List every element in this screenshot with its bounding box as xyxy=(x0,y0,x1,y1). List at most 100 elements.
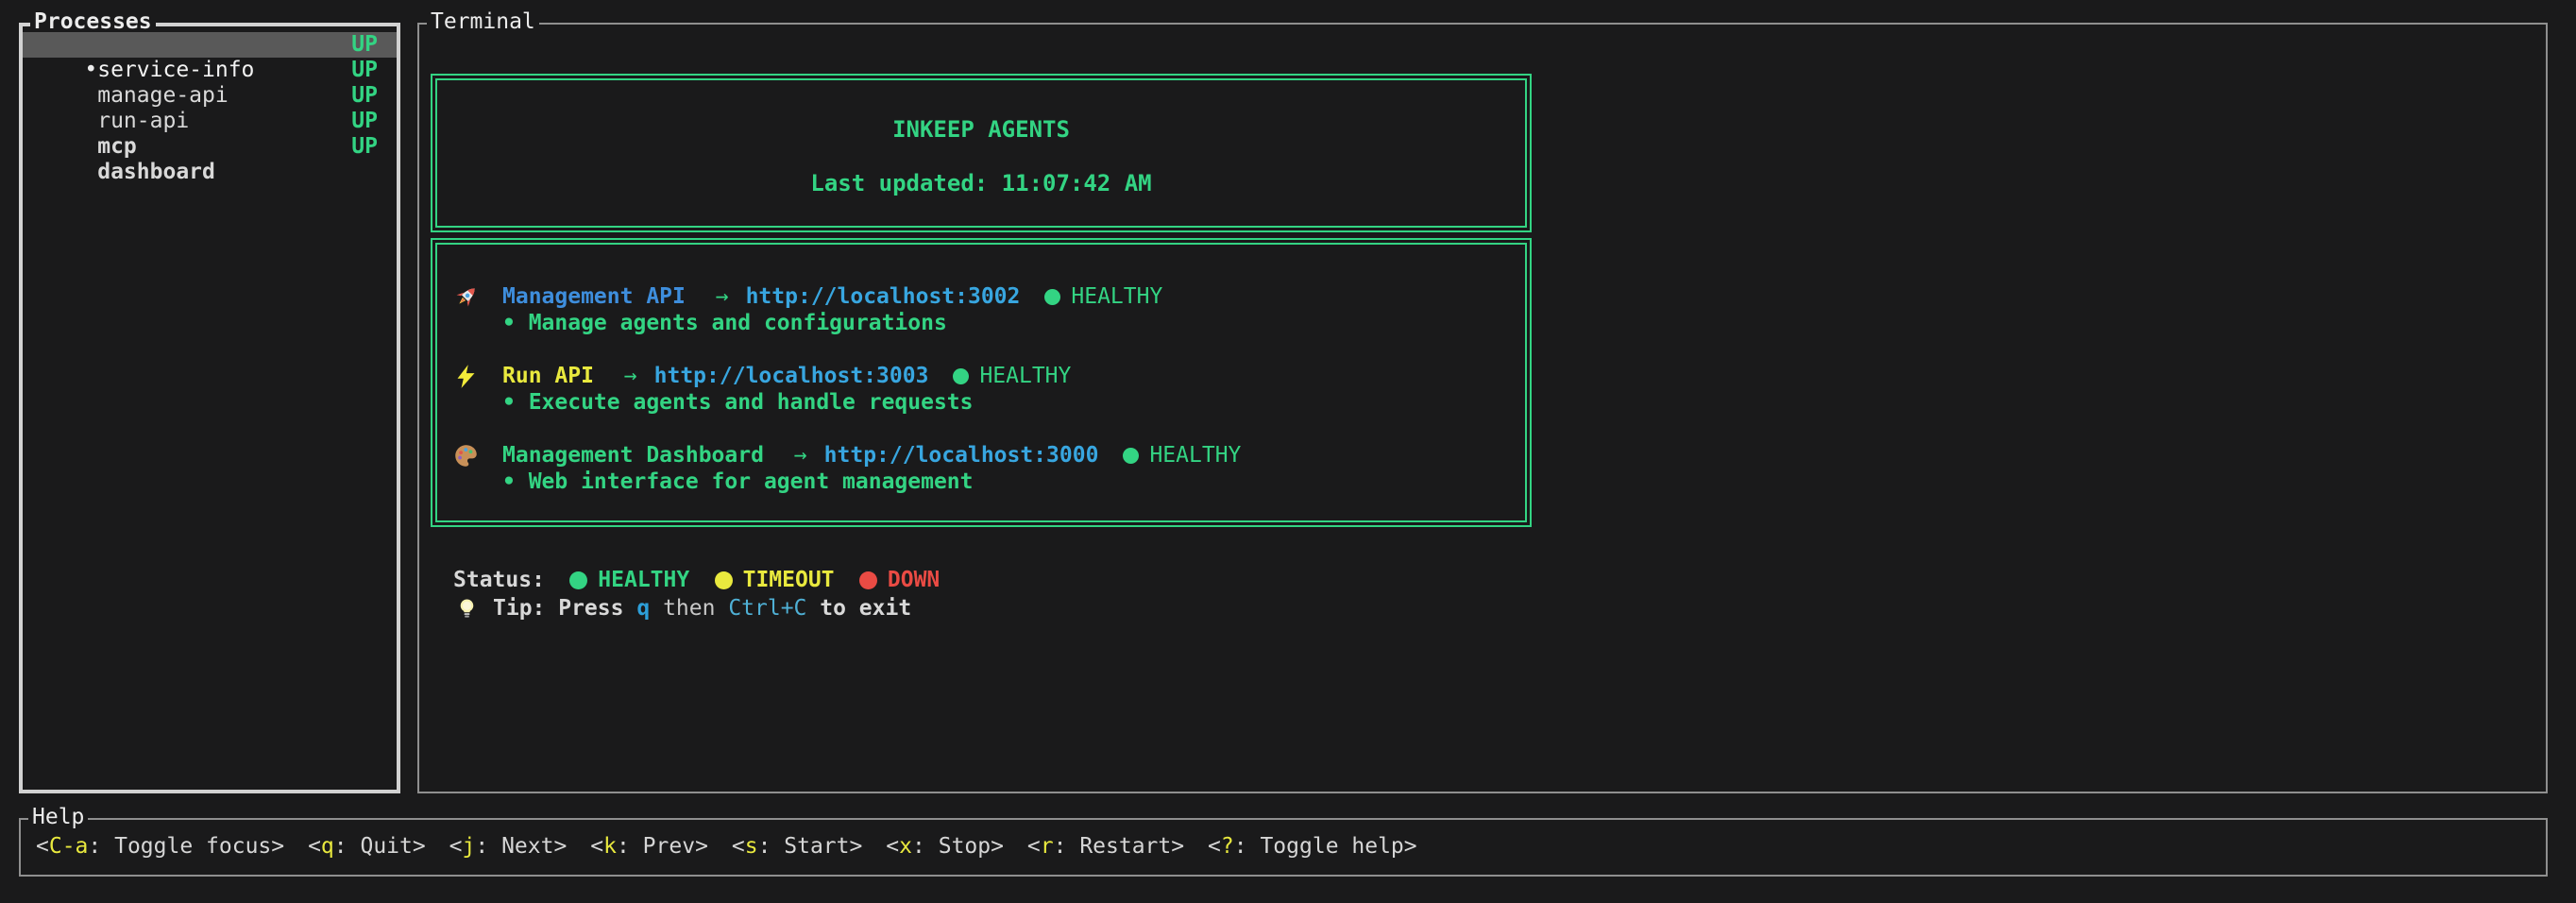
process-status-badge: UP xyxy=(351,58,378,83)
tip-suffix: to exit xyxy=(820,595,911,622)
terminal-panel[interactable]: Terminal INKEEP AGENTS Last updated: 11:… xyxy=(417,23,2548,793)
help-shortcut: <r: Restart> xyxy=(1027,834,1184,859)
status-name: DOWN xyxy=(888,567,940,594)
shortcut-label: Stop xyxy=(939,834,991,859)
close-bracket: > xyxy=(850,834,863,859)
service-description: • Execute agents and handle requests xyxy=(453,389,1525,416)
shortcut-key: ? xyxy=(1221,834,1234,859)
open-bracket: < xyxy=(590,834,603,859)
process-row[interactable]: mcp UP xyxy=(23,109,397,134)
shortcut-label: Toggle help xyxy=(1260,834,1403,859)
close-bracket: > xyxy=(271,834,284,859)
process-list: •service-info UP manage-api UP run-api U… xyxy=(23,26,397,160)
status-legend-entry: HEALTHY xyxy=(569,567,689,594)
shortcut-key: j xyxy=(463,834,476,859)
last-updated: Last updated: 11:07:42 AM xyxy=(437,170,1525,196)
process-row[interactable]: run-api UP xyxy=(23,83,397,109)
service-health-label: HEALTHY xyxy=(979,363,1071,389)
services-box: Management API → http://localhost:3002 HEAL… xyxy=(431,238,1532,527)
help-shortcut-list: <C-a: Toggle focus><q: Quit><j: Next><k:… xyxy=(21,820,2546,875)
header-box-inner: INKEEP AGENTS Last updated: 11:07:42 AM xyxy=(435,78,1527,228)
status-label: Status: xyxy=(453,567,545,594)
shortcut-label: Start xyxy=(784,834,849,859)
service-health-label: HEALTHY xyxy=(1071,283,1162,310)
shortcut-label: Prev xyxy=(643,834,695,859)
rocket-icon xyxy=(453,284,479,310)
selection-bullet-icon xyxy=(84,160,97,185)
lightbulb-icon xyxy=(455,597,479,621)
tip-middle: then xyxy=(663,595,715,622)
open-bracket: < xyxy=(36,834,49,859)
separator: : xyxy=(1234,834,1261,859)
service-health-label: HEALTHY xyxy=(1149,442,1241,469)
status-legend-entry: TIMEOUT xyxy=(715,567,835,594)
status-dot-icon xyxy=(569,571,587,589)
service-url[interactable]: http://localhost:3003 xyxy=(654,363,929,389)
status-dot-icon xyxy=(715,571,733,589)
status-dot-icon xyxy=(859,571,877,589)
separator: : xyxy=(334,834,361,859)
status-area: Status: HEALTHY TIMEOUT DOWN Tip: Press … xyxy=(453,567,940,622)
service-url[interactable]: http://localhost:3002 xyxy=(746,283,1021,310)
lightning-icon-slot xyxy=(453,364,482,389)
status-legend: Status: HEALTHY TIMEOUT DOWN xyxy=(453,567,940,594)
separator: : xyxy=(88,834,114,859)
health-dot-icon xyxy=(1044,289,1060,305)
separator: : xyxy=(617,834,643,859)
tip-key-q: q xyxy=(636,595,650,622)
open-bracket: < xyxy=(886,834,899,859)
service-entry: Management Dashboard→http://localhost:30… xyxy=(453,442,1525,495)
shortcut-key: x xyxy=(899,834,912,859)
services-list: Management API → http://localhost:3002 HEAL… xyxy=(435,243,1527,522)
palette-icon xyxy=(453,443,479,469)
service-name: Management API xyxy=(502,283,686,310)
processes-panel[interactable]: Processes •service-info UP manage-api UP… xyxy=(19,23,400,793)
separator: : xyxy=(758,834,785,859)
lightning-icon xyxy=(453,364,479,389)
tip-prefix: Tip: Press xyxy=(493,595,623,622)
process-row[interactable]: •service-info UP xyxy=(23,32,397,58)
health-dot-icon xyxy=(953,368,969,384)
shortcut-label: Next xyxy=(501,834,553,859)
processes-panel-title: Processes xyxy=(30,9,156,34)
open-bracket: < xyxy=(1027,834,1041,859)
help-shortcut: <j: Next> xyxy=(449,834,568,859)
help-shortcut: <k: Prev> xyxy=(590,834,708,859)
shortcut-label: Restart xyxy=(1079,834,1171,859)
close-bracket: > xyxy=(553,834,567,859)
process-row[interactable]: dashboard UP xyxy=(23,134,397,160)
rocket-icon-slot xyxy=(453,284,482,310)
process-status-badge: UP xyxy=(351,83,378,109)
header-box: INKEEP AGENTS Last updated: 11:07:42 AM xyxy=(431,74,1532,232)
arrow-icon: → xyxy=(794,442,807,469)
help-shortcut: <?: Toggle help> xyxy=(1208,834,1417,859)
open-bracket: < xyxy=(732,834,745,859)
app-title: INKEEP AGENTS xyxy=(437,116,1525,143)
service-line: Management API → http://localhost:3002 HEAL… xyxy=(453,283,1525,310)
arrow-icon: → xyxy=(716,283,729,310)
shortcut-key: k xyxy=(603,834,617,859)
separator: : xyxy=(912,834,939,859)
service-description: • Web interface for agent management xyxy=(453,469,1525,495)
tip-line: Tip: Press q then Ctrl+C to exit xyxy=(453,595,940,622)
close-bracket: > xyxy=(1171,834,1184,859)
service-line: Run API→http://localhost:3003HEALTHY xyxy=(453,363,1525,389)
terminal-panel-title: Terminal xyxy=(427,9,539,34)
process-status-badge: UP xyxy=(351,134,378,160)
service-name: Run API xyxy=(502,363,594,389)
shortcut-key: r xyxy=(1041,834,1054,859)
separator: : xyxy=(1054,834,1080,859)
help-shortcut: <q: Quit> xyxy=(308,834,426,859)
close-bracket: > xyxy=(695,834,708,859)
open-bracket: < xyxy=(449,834,463,859)
service-url[interactable]: http://localhost:3000 xyxy=(824,442,1099,469)
shortcut-label: Quit xyxy=(360,834,412,859)
shortcut-key: C-a xyxy=(49,834,89,859)
separator: : xyxy=(475,834,501,859)
close-bracket: > xyxy=(413,834,426,859)
close-bracket: > xyxy=(1404,834,1417,859)
status-name: TIMEOUT xyxy=(743,567,835,594)
process-row[interactable]: manage-api UP xyxy=(23,58,397,83)
close-bracket: > xyxy=(991,834,1004,859)
shortcut-key: q xyxy=(321,834,334,859)
